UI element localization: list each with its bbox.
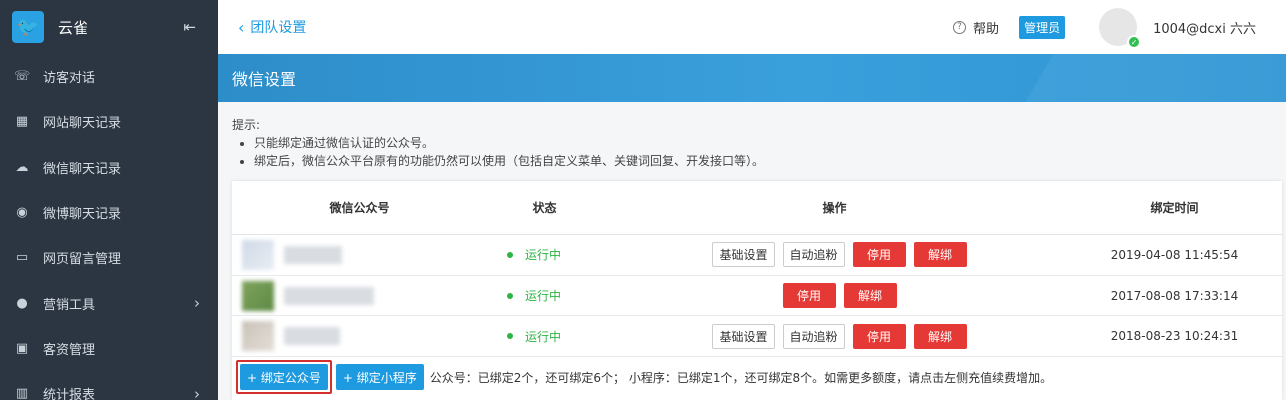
- back-link[interactable]: ‹ 团队设置: [238, 17, 306, 37]
- account-avatar: [242, 321, 274, 352]
- account-cell: [232, 280, 487, 311]
- tip-item: 只能绑定通过微信认证的公众号。: [254, 134, 764, 152]
- message-icon: ▭: [15, 250, 29, 266]
- disable-button[interactable]: 停用: [852, 323, 906, 349]
- sidebar-item-label: 营销工具: [43, 297, 96, 313]
- weibo-icon: ◉: [16, 205, 28, 221]
- account-table-panel: 微信公众号 状态 操作 绑定时间 运行中 基础设置 自动追粉 停用 解绑 201…: [232, 181, 1282, 400]
- table-row: 运行中 基础设置 自动追粉 停用 解绑 2019-04-08 11:45:54: [232, 235, 1282, 276]
- collapse-menu-icon[interactable]: ⇤: [183, 18, 196, 36]
- avatar[interactable]: ✓: [1099, 8, 1142, 49]
- sidebar-item-visitor-chat[interactable]: ☏ 访客对话: [0, 54, 218, 99]
- sidebar-item-label: 网页留言管理: [43, 252, 122, 268]
- ops-cell: 停用 解绑: [612, 283, 1067, 309]
- table-row: 运行中 基础设置 自动追粉 停用 解绑 2018-08-23 10:24:31: [232, 316, 1282, 358]
- table-footer: + 绑定公众号 + 绑定小程序 公众号：已绑定2个，还可绑定6个； 小程序：已绑…: [232, 357, 1282, 397]
- sidebar-item-wechat-chat-log[interactable]: ☁ 微信聊天记录: [0, 145, 218, 190]
- calendar-icon: ▦: [15, 114, 29, 130]
- basic-settings-button[interactable]: 基础设置: [712, 242, 775, 268]
- tip-item: 绑定后，微信公众平台原有的功能仍然可以使用（包括自定义菜单、关键词回复、开发接口…: [254, 152, 764, 170]
- table-header: 微信公众号 状态 操作 绑定时间: [232, 181, 1282, 235]
- unbind-button[interactable]: 解绑: [913, 242, 967, 268]
- admin-badge: 管理员: [1019, 15, 1066, 39]
- check-icon: ✓: [1127, 35, 1142, 49]
- disable-button[interactable]: 停用: [852, 242, 906, 268]
- chart-icon: ▥: [15, 386, 29, 400]
- account-name-redacted: [284, 286, 374, 305]
- bird-logo-icon: 🐦: [12, 11, 44, 43]
- status-cell: 运行中: [487, 328, 612, 345]
- col-time-header: 绑定时间: [1150, 201, 1199, 215]
- status-cell: 运行中: [487, 246, 612, 263]
- status-cell: 运行中: [487, 287, 612, 304]
- ops-cell: 基础设置 自动追粉 停用 解绑: [612, 323, 1067, 349]
- chevron-right-icon: ›: [194, 384, 200, 400]
- bind-account-button[interactable]: + 绑定公众号: [240, 364, 328, 391]
- auto-follow-button[interactable]: 自动追粉: [782, 323, 845, 349]
- help-label: 帮助: [973, 21, 1000, 37]
- sidebar-item-label: 微博聊天记录: [43, 207, 122, 223]
- unbind-button[interactable]: 解绑: [913, 323, 967, 349]
- unbind-button[interactable]: 解绑: [843, 283, 897, 309]
- sidebar: 🐦 云雀 ⇤ ☏ 访客对话 ▦ 网站聊天记录 ☁ 微信聊天记录 ◉ 微博聊天记录…: [0, 0, 218, 400]
- tips: 提示: 只能绑定通过微信认证的公众号。 绑定后，微信公众平台原有的功能仍然可以使…: [232, 116, 764, 170]
- status-text: 运行中: [525, 329, 562, 344]
- question-icon: ?: [953, 20, 967, 34]
- help-link[interactable]: ? 帮助: [953, 18, 999, 37]
- account-cell: [232, 239, 487, 270]
- ops-cell: 基础设置 自动追粉 停用 解绑: [612, 242, 1067, 268]
- table-row: 运行中 停用 解绑 2017-08-08 17:33:14: [232, 276, 1282, 317]
- page-banner: 微信设置: [218, 54, 1286, 102]
- brand: 🐦 云雀 ⇤: [0, 0, 218, 54]
- sidebar-item-marketing-tools[interactable]: ● 营销工具 ›: [0, 280, 218, 325]
- status-dot-icon: [507, 292, 513, 299]
- account-name-redacted: [284, 327, 340, 346]
- banner-decoration: [1007, 54, 1286, 102]
- sidebar-item-label: 客资管理: [43, 342, 96, 358]
- account-cell: [232, 321, 487, 352]
- sidebar-item-reports[interactable]: ▥ 统计报表 ›: [0, 371, 218, 400]
- bind-time: 2017-08-08 17:33:14: [1110, 288, 1239, 303]
- disable-button[interactable]: 停用: [782, 283, 836, 309]
- status-text: 运行中: [525, 289, 562, 304]
- basic-settings-button[interactable]: 基础设置: [712, 323, 775, 349]
- sidebar-item-label: 网站聊天记录: [43, 116, 122, 132]
- chevron-left-icon: ‹: [238, 17, 245, 37]
- sidebar-item-label: 统计报表: [43, 388, 96, 400]
- wechat-icon: ☁: [15, 159, 29, 175]
- quota-note: 公众号：已绑定2个，还可绑定6个； 小程序：已绑定1个，还可绑定8个。如需更多额…: [429, 370, 1053, 385]
- chevron-right-icon: ›: [194, 294, 200, 313]
- col-status-header: 状态: [532, 201, 557, 215]
- sidebar-item-weibo-chat-log[interactable]: ◉ 微博聊天记录: [0, 190, 218, 235]
- username[interactable]: 1004@dcxi 六六: [1153, 18, 1256, 37]
- account-avatar: [242, 280, 274, 311]
- sidebar-item-label: 访客对话: [43, 71, 96, 87]
- bulb-icon: ●: [16, 295, 28, 311]
- sidebar-item-label: 微信聊天记录: [43, 161, 122, 177]
- account-avatar: [242, 239, 274, 270]
- tips-heading: 提示:: [232, 118, 261, 132]
- bind-time: 2019-04-08 11:45:54: [1110, 247, 1239, 262]
- status-dot-icon: [507, 333, 513, 340]
- sidebar-item-customer-manage[interactable]: ▣ 客资管理: [0, 326, 218, 371]
- auto-follow-button[interactable]: 自动追粉: [782, 242, 845, 268]
- contact-icon: ▣: [15, 340, 29, 356]
- sidebar-item-site-chat-log[interactable]: ▦ 网站聊天记录: [0, 99, 218, 144]
- page-title: 微信设置: [232, 70, 297, 89]
- bind-account-highlight: + 绑定公众号: [236, 360, 332, 395]
- account-name-redacted: [284, 245, 342, 264]
- bind-time: 2018-08-23 10:24:31: [1110, 329, 1239, 344]
- top-header: ‹ 团队设置 ? 帮助 管理员 ✓ 1004@dcxi 六六: [218, 0, 1286, 54]
- col-account-header: 微信公众号: [329, 201, 390, 215]
- phone-icon: ☏: [14, 69, 31, 85]
- back-label: 团队设置: [250, 20, 307, 36]
- brand-name: 云雀: [58, 18, 89, 37]
- status-text: 运行中: [525, 248, 562, 263]
- status-dot-icon: [507, 251, 513, 258]
- sidebar-item-message-manage[interactable]: ▭ 网页留言管理: [0, 235, 218, 280]
- bind-miniapp-button[interactable]: + 绑定小程序: [335, 364, 424, 391]
- col-ops-header: 操作: [822, 201, 847, 215]
